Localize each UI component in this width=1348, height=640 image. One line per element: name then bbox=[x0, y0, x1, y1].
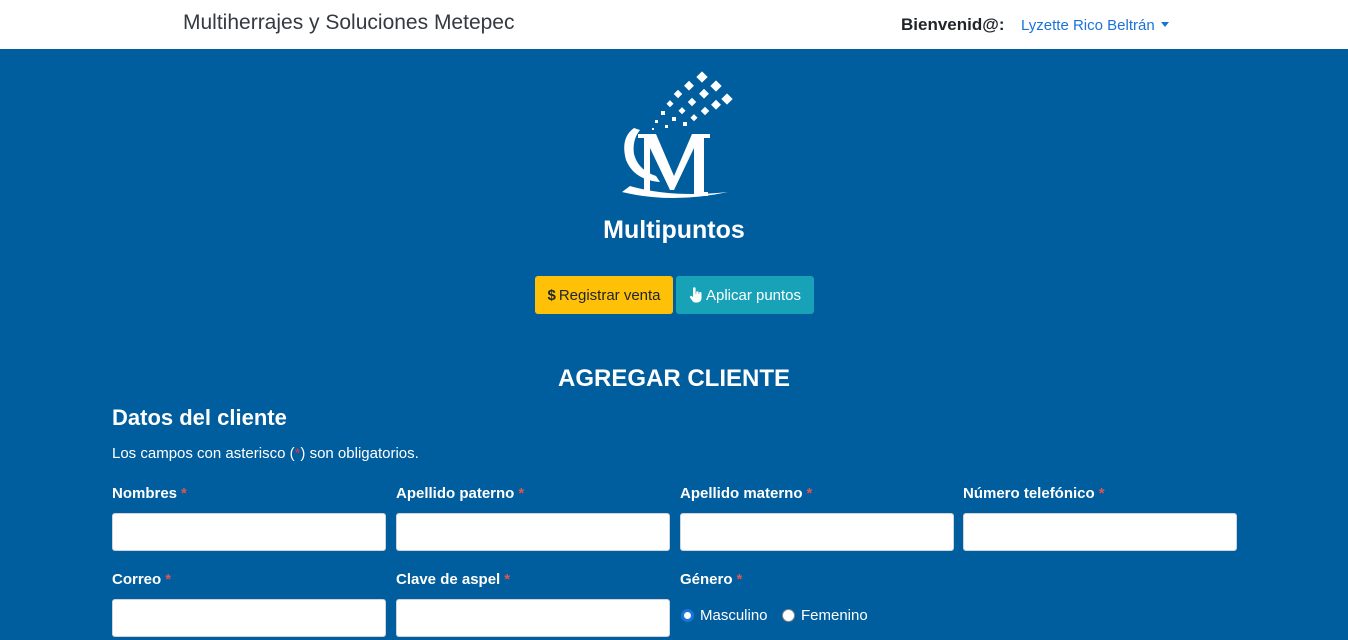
apellido-materno-input[interactable] bbox=[680, 513, 954, 551]
clave-aspel-input[interactable] bbox=[396, 599, 670, 637]
apellido-paterno-label-text: Apellido paterno bbox=[396, 485, 515, 502]
register-sale-button[interactable]: $ Registrar venta bbox=[535, 276, 673, 314]
genero-label-text: Género bbox=[680, 571, 733, 588]
apellido-materno-label-text: Apellido materno bbox=[680, 485, 803, 502]
radio-checked-icon[interactable] bbox=[681, 609, 694, 622]
user-dropdown[interactable]: Lyzette Rico Beltrán bbox=[1021, 17, 1169, 34]
required-mark: * bbox=[504, 571, 511, 588]
top-navbar: Multiherrajes y Soluciones Metepec Bienv… bbox=[0, 0, 1348, 49]
genero-label: Género * bbox=[680, 571, 742, 588]
note-text-before: Los campos con asterisco ( bbox=[112, 445, 295, 462]
required-mark: * bbox=[1098, 485, 1105, 502]
section-title: Datos del cliente bbox=[112, 405, 287, 430]
required-mark: * bbox=[736, 571, 743, 588]
telefono-label-text: Número telefónico bbox=[963, 485, 1095, 502]
clave-aspel-label-text: Clave de aspel bbox=[396, 571, 501, 588]
required-mark: * bbox=[165, 571, 172, 588]
apellido-materno-label: Apellido materno * bbox=[680, 485, 812, 502]
correo-label-text: Correo bbox=[112, 571, 162, 588]
correo-label: Correo * bbox=[112, 571, 171, 588]
nombres-label-text: Nombres bbox=[112, 485, 178, 502]
required-mark: * bbox=[518, 485, 525, 502]
nombres-label: Nombres * bbox=[112, 485, 187, 502]
apellido-paterno-label: Apellido paterno * bbox=[396, 485, 524, 502]
clave-aspel-label: Clave de aspel * bbox=[396, 571, 510, 588]
page-title: AGREGAR CLIENTE bbox=[557, 365, 790, 392]
user-name: Lyzette Rico Beltrán bbox=[1021, 17, 1155, 34]
apply-points-button[interactable]: Aplicar puntos bbox=[676, 276, 814, 314]
radio-femenino-label: Femenino bbox=[801, 607, 868, 624]
required-note: Los campos con asterisco (*) son obligat… bbox=[112, 445, 419, 462]
radio-masculino-label: Masculino bbox=[700, 607, 768, 624]
apply-points-label: Aplicar puntos bbox=[705, 286, 802, 304]
dollar-icon: $ bbox=[547, 286, 556, 304]
nombres-input[interactable] bbox=[112, 513, 386, 551]
caret-down-icon bbox=[1160, 21, 1169, 27]
required-mark: * bbox=[806, 485, 813, 502]
radio-unchecked-icon[interactable] bbox=[782, 609, 795, 622]
telefono-label: Número telefónico * bbox=[963, 485, 1105, 502]
welcome-label: Bienvenid@: bbox=[901, 15, 1005, 34]
app-title: Multipuntos bbox=[603, 216, 745, 244]
radio-femenino[interactable]: Femenino bbox=[782, 607, 868, 624]
required-mark: * bbox=[181, 485, 187, 502]
apellido-paterno-input[interactable] bbox=[396, 513, 670, 551]
hand-pointer-icon bbox=[689, 287, 702, 303]
register-sale-label: Registrar venta bbox=[558, 286, 661, 304]
note-text-after: ) son obligatorios. bbox=[300, 445, 419, 462]
correo-input[interactable] bbox=[112, 599, 386, 637]
telefono-input[interactable] bbox=[963, 513, 1237, 551]
radio-masculino[interactable]: Masculino bbox=[681, 607, 768, 624]
company-brand[interactable]: Multiherrajes y Soluciones Metepec bbox=[183, 11, 515, 35]
multipuntos-logo bbox=[622, 71, 733, 198]
